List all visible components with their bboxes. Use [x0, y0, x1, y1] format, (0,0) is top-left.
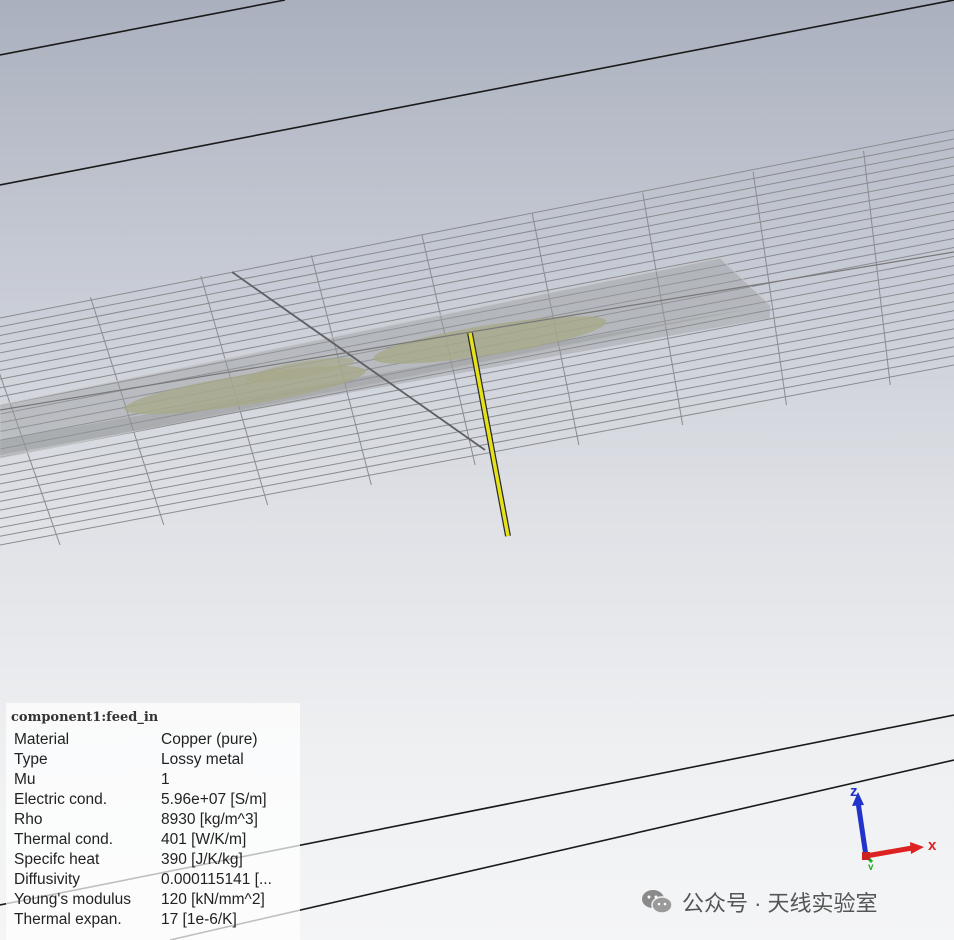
grid-line [863, 150, 891, 386]
info-value: Copper (pure) [161, 731, 258, 748]
material-info-panel: component1:feed_in Material Copper (pure)… [6, 703, 300, 940]
z-axis-arrow [855, 801, 869, 857]
info-label: Mu [14, 771, 36, 788]
watermark: 公众号 · 天线实验室 [640, 884, 878, 920]
x-axis-head [910, 842, 924, 854]
x-axis-label: x [928, 837, 937, 854]
y-axis-label: y [868, 862, 874, 870]
watermark-text: 公众号 · 天线实验室 [682, 891, 878, 916]
info-value: 8930 [kg/m^3] [161, 811, 258, 828]
info-value: 5.96e+07 [S/m] [161, 791, 267, 808]
info-label: Thermal expan. [14, 911, 122, 928]
z-axis-label: z [850, 783, 858, 800]
grid-line [752, 171, 787, 406]
info-label: Diffusivity [14, 871, 81, 888]
axis-origin [862, 852, 870, 860]
info-row: Type Lossy metal [11, 750, 300, 770]
grid-line [0, 138, 954, 328]
info-label: Young's modulus [14, 891, 131, 908]
info-row: Diffusivity 0.000115141 [... [11, 870, 300, 890]
info-label: Type [14, 751, 48, 768]
info-label: Material [14, 731, 70, 748]
axis-triad: z x y [850, 783, 937, 870]
grid-line [0, 129, 954, 319]
info-value: 1 [161, 771, 170, 788]
info-value: 401 [W/K/m] [161, 831, 247, 848]
info-row: Thermal expan. 17 [1e-6/K] [11, 910, 300, 930]
info-row: Specifc heat 390 [J/K/kg] [11, 850, 300, 870]
x-axis-arrow [865, 845, 913, 859]
info-row: Thermal cond. 401 [W/K/m] [11, 830, 300, 850]
info-value: 17 [1e-6/K] [161, 911, 237, 928]
info-value: 120 [kN/mm^2] [161, 891, 265, 908]
info-label: Electric cond. [14, 791, 108, 808]
info-value: Lossy metal [161, 751, 244, 768]
wechat-icon [642, 890, 673, 914]
info-label: Rho [14, 811, 43, 828]
info-value: 390 [J/K/kg] [161, 851, 243, 868]
info-row: Electric cond. 5.96e+07 [S/m] [11, 790, 300, 810]
info-label: Specifc heat [14, 851, 100, 868]
info-label: Thermal cond. [14, 831, 114, 848]
info-value: 0.000115141 [... [161, 871, 272, 888]
info-row: Young's modulus 120 [kN/mm^2] [11, 890, 300, 910]
3d-viewport[interactable]: component1:feed_in Material Copper (pure)… [0, 0, 954, 940]
info-row: Rho 8930 [kg/m^3] [11, 810, 300, 830]
info-row: Mu 1 [11, 770, 300, 790]
component-title: component1:feed_in [11, 710, 159, 725]
info-row: Material Copper (pure) [11, 730, 300, 750]
